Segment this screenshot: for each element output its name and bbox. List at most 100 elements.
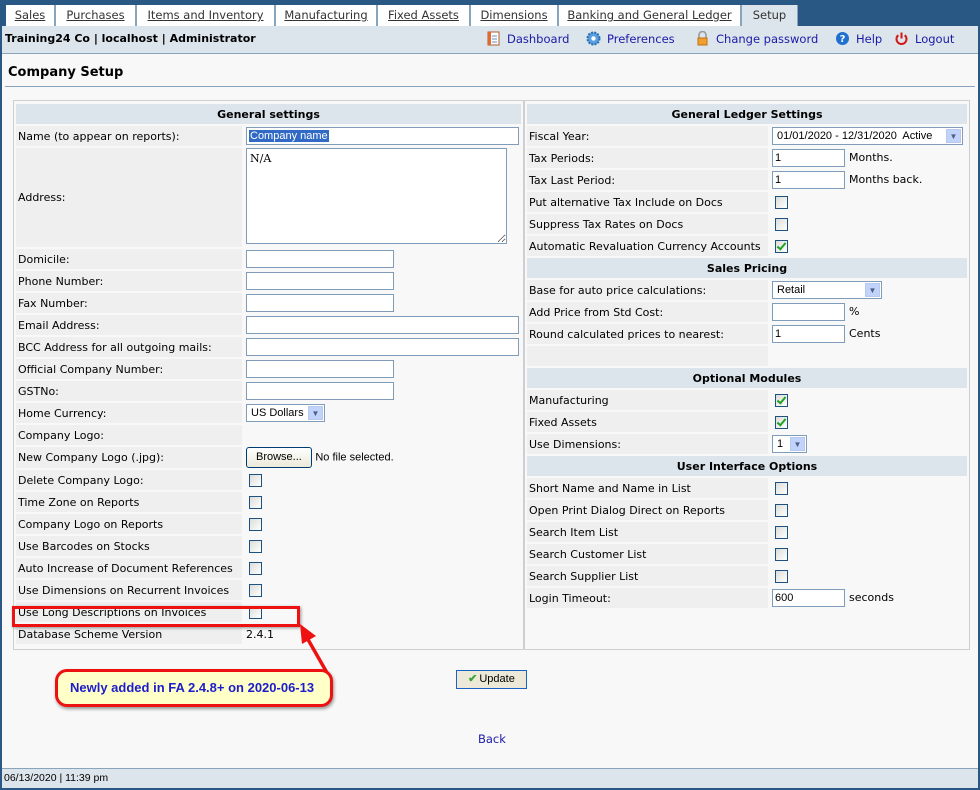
barcodes-label: Use Barcodes on Stocks xyxy=(16,536,242,556)
fax-label: Fax Number: xyxy=(16,293,242,313)
suppress-tax-label: Suppress Tax Rates on Docs xyxy=(527,214,768,234)
gst-input[interactable] xyxy=(246,382,394,400)
official-number-label: Official Company Number: xyxy=(16,359,242,379)
preferences-link[interactable]: Preferences xyxy=(586,31,675,49)
address-label: Address: xyxy=(16,148,242,247)
tab-items-and-inventory[interactable]: Items and Inventory xyxy=(137,5,276,26)
fax-input[interactable] xyxy=(246,294,394,312)
back-link[interactable]: Back xyxy=(478,732,506,746)
official-number-input[interactable] xyxy=(246,360,394,378)
round-price-input[interactable] xyxy=(772,325,845,343)
annotation-callout: Newly added in FA 2.4.8+ on 2020-06-13 xyxy=(55,669,333,707)
checkmark-icon: ✔ xyxy=(468,673,478,685)
add-price-suffix: % xyxy=(849,305,860,318)
lock-icon xyxy=(695,30,710,46)
add-price-label: Add Price from Std Cost: xyxy=(527,302,768,322)
home-currency-label: Home Currency: xyxy=(16,403,242,423)
logo-on-reports-checkbox[interactable] xyxy=(249,517,262,531)
address-textarea[interactable]: N/A xyxy=(246,148,507,244)
fixed-assets-checkbox[interactable] xyxy=(775,415,788,429)
tab-dimensions[interactable]: Dimensions xyxy=(471,5,559,26)
search-item-checkbox[interactable] xyxy=(775,525,788,539)
tax-last-period-label: Tax Last Period: xyxy=(527,170,768,190)
dashboard-icon xyxy=(486,31,501,46)
manufacturing-label: Manufacturing xyxy=(527,390,768,410)
company-name-input[interactable]: Company name xyxy=(246,127,519,145)
chevron-down-icon: ▼ xyxy=(946,129,961,143)
ui-options-heading: User Interface Options xyxy=(527,456,967,476)
round-price-label: Round calculated prices to nearest: xyxy=(527,324,768,344)
phone-label: Phone Number: xyxy=(16,271,242,291)
search-customer-checkbox[interactable] xyxy=(775,547,788,561)
company-name-value: Company name xyxy=(249,130,329,142)
page-title: Company Setup xyxy=(8,65,124,80)
suppress-tax-checkbox[interactable] xyxy=(775,217,788,231)
bcc-input[interactable] xyxy=(246,338,519,356)
add-price-input[interactable] xyxy=(772,303,845,321)
login-timeout-suffix: seconds xyxy=(849,591,894,604)
use-dimensions-value: 1 xyxy=(777,438,784,450)
base-price-value: Retail xyxy=(777,284,806,296)
tab-label: Fixed Assets xyxy=(388,8,459,22)
tab-label: Purchases xyxy=(66,8,125,22)
auto-increase-checkbox[interactable] xyxy=(249,561,262,575)
tab-banking-and-general-ledger[interactable]: Banking and General Ledger xyxy=(559,5,742,26)
base-price-label: Base for auto price calculations: xyxy=(527,280,768,300)
dashboard-label: Dashboard xyxy=(507,32,570,46)
dimensions-recurrent-checkbox[interactable] xyxy=(249,583,262,597)
tab-sales[interactable]: Sales xyxy=(6,5,56,26)
use-dimensions-select[interactable]: 1 ▼ xyxy=(772,435,807,453)
logo-on-reports-label: Company Logo on Reports xyxy=(16,514,242,534)
search-supplier-checkbox[interactable] xyxy=(775,569,788,583)
auto-revaluation-checkbox[interactable] xyxy=(775,239,788,253)
name-label: Name (to appear on reports): xyxy=(16,126,242,146)
print-dialog-checkbox[interactable] xyxy=(775,503,788,517)
update-button[interactable]: ✔ Update xyxy=(456,670,527,689)
tab-setup[interactable]: Setup xyxy=(742,5,798,26)
company-info: Training24 Co | localhost | Administrato… xyxy=(5,32,256,45)
change-password-link[interactable]: Change password xyxy=(695,30,818,49)
dashboard-link[interactable]: Dashboard xyxy=(486,31,569,49)
tab-fixed-assets[interactable]: Fixed Assets xyxy=(378,5,471,26)
tab-purchases[interactable]: Purchases xyxy=(56,5,137,26)
power-icon xyxy=(894,31,909,46)
phone-input[interactable] xyxy=(246,272,394,290)
domicile-input[interactable] xyxy=(246,250,394,268)
gst-label: GSTNo: xyxy=(16,381,242,401)
tax-periods-input[interactable] xyxy=(772,149,845,167)
search-customer-label: Search Customer List xyxy=(527,544,768,564)
general-settings-table: General settings Name (to appear on repo… xyxy=(14,102,523,646)
browse-button[interactable]: Browse... xyxy=(246,447,312,468)
email-input[interactable] xyxy=(246,316,519,334)
tax-last-period-input[interactable] xyxy=(772,171,845,189)
use-dimensions-label: Use Dimensions: xyxy=(527,434,768,454)
header-bar: Training24 Co | localhost | Administrato… xyxy=(2,26,978,54)
tab-manufacturing[interactable]: Manufacturing xyxy=(276,5,378,26)
delete-logo-checkbox[interactable] xyxy=(249,473,262,487)
home-currency-select[interactable]: US Dollars ▼ xyxy=(246,404,325,422)
manufacturing-checkbox[interactable] xyxy=(775,393,788,407)
module-tab-bar: Sales Purchases Items and Inventory Manu… xyxy=(2,0,978,26)
alt-tax-checkbox[interactable] xyxy=(775,195,788,209)
time-zone-checkbox[interactable] xyxy=(249,495,262,509)
barcodes-checkbox[interactable] xyxy=(249,539,262,553)
help-label: Help xyxy=(856,32,883,46)
footer-datetime: 06/13/2020 | 11:39 pm xyxy=(2,768,978,788)
general-settings-panel: General settings Name (to appear on repo… xyxy=(13,100,524,650)
db-version-value: 2.4.1 xyxy=(246,627,274,641)
home-currency-value: US Dollars xyxy=(251,407,304,419)
update-label: Update xyxy=(479,673,515,685)
sales-pricing-heading: Sales Pricing xyxy=(527,258,967,278)
tab-label: Items and Inventory xyxy=(147,8,264,22)
db-version-label: Database Scheme Version xyxy=(16,624,242,644)
login-timeout-input[interactable] xyxy=(772,589,845,607)
company-logo-label: Company Logo: xyxy=(16,425,242,445)
base-price-select[interactable]: Retail ▼ xyxy=(772,281,882,299)
short-name-checkbox[interactable] xyxy=(775,481,788,495)
tab-label: Manufacturing xyxy=(284,8,368,22)
ledger-settings-table: General Ledger Settings Fiscal Year: 01/… xyxy=(525,102,969,610)
tax-last-period-suffix: Months back. xyxy=(849,173,923,186)
help-link[interactable]: ? Help xyxy=(835,31,882,49)
logout-link[interactable]: Logout xyxy=(894,31,954,49)
fiscal-year-select[interactable]: 01/01/2020 - 12/31/2020 Active ▼ xyxy=(772,127,963,145)
